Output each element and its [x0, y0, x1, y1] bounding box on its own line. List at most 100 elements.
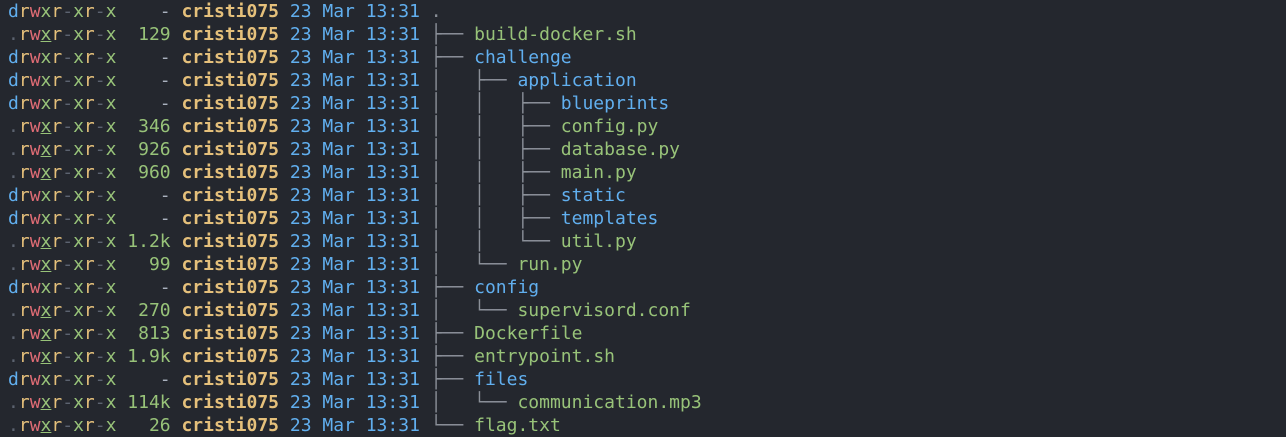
permissions: .rwxr-xr-x	[8, 323, 117, 344]
file-size: 1.2k	[116, 231, 182, 252]
owner: cristi075	[181, 277, 280, 298]
listing-row: .rwxr-xr-x 129 cristi075 23 Mar 13:31 ├─…	[8, 23, 637, 46]
modified-date: 23 Mar 13:31	[289, 24, 420, 45]
permissions: .rwxr-xr-x	[8, 116, 117, 137]
file-size: 270	[116, 300, 182, 321]
owner: cristi075	[181, 300, 280, 321]
listing-row: .rwxr-xr-x 1.2k cristi075 23 Mar 13:31 │…	[8, 230, 637, 253]
tree-connector: │ └──	[430, 254, 518, 275]
file-size: 26	[116, 415, 182, 436]
tree-connector: ├──	[430, 24, 475, 45]
file-name: build-docker.sh	[474, 24, 637, 45]
tree-connector: │ │ ├──	[430, 162, 561, 183]
tree-connector: │ │ ├──	[430, 208, 561, 229]
owner: cristi075	[181, 392, 280, 413]
owner: cristi075	[181, 231, 280, 252]
listing-row: drwxr-xr-x - cristi075 23 Mar 13:31 ├── …	[8, 276, 539, 299]
directory-name: config	[474, 277, 540, 298]
directory-name: files	[474, 369, 529, 390]
permissions: .rwxr-xr-x	[8, 231, 117, 252]
permissions: .rwxr-xr-x	[8, 139, 117, 160]
modified-date: 23 Mar 13:31	[289, 93, 420, 114]
file-name: Dockerfile	[474, 323, 583, 344]
file-size: -	[116, 185, 182, 206]
file-name: supervisord.conf	[517, 300, 691, 321]
tree-connector: ├──	[430, 369, 475, 390]
permissions: .rwxr-xr-x	[8, 24, 117, 45]
owner: cristi075	[181, 139, 280, 160]
modified-date: 23 Mar 13:31	[289, 323, 420, 344]
tree-connector: │ │ ├──	[430, 185, 561, 206]
directory-name: challenge	[474, 47, 572, 68]
file-name: communication.mp3	[517, 392, 702, 413]
modified-date: 23 Mar 13:31	[289, 116, 420, 137]
listing-row: .rwxr-xr-x 114k cristi075 23 Mar 13:31 │…	[8, 391, 702, 414]
listing-row: .rwxr-xr-x 346 cristi075 23 Mar 13:31 │ …	[8, 115, 658, 138]
permissions: drwxr-xr-x	[8, 47, 117, 68]
listing-row: .rwxr-xr-x 26 cristi075 23 Mar 13:31 └──…	[8, 414, 561, 437]
listing-row: .rwxr-xr-x 99 cristi075 23 Mar 13:31 │ └…	[8, 253, 582, 276]
listing-row: drwxr-xr-x - cristi075 23 Mar 13:31 .	[8, 0, 442, 23]
tree-connector: │ └──	[430, 300, 518, 321]
tree-connector: ├──	[430, 323, 475, 344]
owner: cristi075	[181, 323, 280, 344]
listing-row: .rwxr-xr-x 960 cristi075 23 Mar 13:31 │ …	[8, 161, 637, 184]
listing-row: drwxr-xr-x - cristi075 23 Mar 13:31 │ │ …	[8, 184, 626, 207]
file-size: 813	[116, 323, 182, 344]
listing-row: drwxr-xr-x - cristi075 23 Mar 13:31 │ │ …	[8, 92, 669, 115]
modified-date: 23 Mar 13:31	[289, 300, 420, 321]
file-size: 114k	[116, 392, 182, 413]
listing-row: drwxr-xr-x - cristi075 23 Mar 13:31 │ ├─…	[8, 69, 637, 92]
file-name: run.py	[517, 254, 583, 275]
listing-row: drwxr-xr-x - cristi075 23 Mar 13:31 │ │ …	[8, 207, 658, 230]
permissions: drwxr-xr-x	[8, 208, 117, 229]
owner: cristi075	[181, 24, 280, 45]
permissions: .rwxr-xr-x	[8, 254, 117, 275]
tree-connector: │ │ └──	[430, 231, 561, 252]
tree-connector: │ │ ├──	[430, 139, 561, 160]
tree-connector: ├──	[430, 346, 475, 367]
file-size: 129	[116, 24, 182, 45]
modified-date: 23 Mar 13:31	[289, 139, 420, 160]
modified-date: 23 Mar 13:31	[289, 415, 420, 436]
permissions: drwxr-xr-x	[8, 369, 117, 390]
tree-connector: │ │ ├──	[430, 116, 561, 137]
file-name: main.py	[560, 162, 637, 183]
modified-date: 23 Mar 13:31	[289, 208, 420, 229]
file-size: 960	[116, 162, 182, 183]
permissions: drwxr-xr-x	[8, 277, 117, 298]
file-size: -	[116, 208, 182, 229]
modified-date: 23 Mar 13:31	[289, 162, 420, 183]
modified-date: 23 Mar 13:31	[289, 369, 420, 390]
file-name: util.py	[560, 231, 637, 252]
owner: cristi075	[181, 116, 280, 137]
tree-connector: │ └──	[430, 392, 518, 413]
owner: cristi075	[181, 254, 280, 275]
tree-connector: └──	[430, 415, 475, 436]
modified-date: 23 Mar 13:31	[289, 254, 420, 275]
file-size: 926	[116, 139, 182, 160]
listing-row: drwxr-xr-x - cristi075 23 Mar 13:31 ├── …	[8, 368, 528, 391]
tree-connector: ├──	[430, 47, 475, 68]
modified-date: 23 Mar 13:31	[289, 346, 420, 367]
root-path: .	[430, 1, 442, 22]
listing-row: .rwxr-xr-x 813 cristi075 23 Mar 13:31 ├─…	[8, 322, 582, 345]
owner: cristi075	[181, 93, 280, 114]
owner: cristi075	[181, 185, 280, 206]
owner: cristi075	[181, 346, 280, 367]
permissions: .rwxr-xr-x	[8, 300, 117, 321]
permissions: .rwxr-xr-x	[8, 162, 117, 183]
file-size: -	[116, 369, 182, 390]
terminal-window: drwxr-xr-x - cristi075 23 Mar 13:31 . .rw…	[0, 0, 1286, 436]
modified-date: 23 Mar 13:31	[289, 392, 420, 413]
owner: cristi075	[181, 208, 280, 229]
owner: cristi075	[181, 415, 280, 436]
file-name: database.py	[560, 139, 681, 160]
file-name: flag.txt	[474, 415, 561, 436]
listing-row: .rwxr-xr-x 1.9k cristi075 23 Mar 13:31 ├…	[8, 345, 615, 368]
permissions: drwxr-xr-x	[8, 185, 117, 206]
permissions: .rwxr-xr-x	[8, 392, 117, 413]
listing-row: .rwxr-xr-x 270 cristi075 23 Mar 13:31 │ …	[8, 299, 691, 322]
listing-row: drwxr-xr-x - cristi075 23 Mar 13:31 ├── …	[8, 46, 572, 69]
tree-connector: │ ├──	[430, 70, 518, 91]
